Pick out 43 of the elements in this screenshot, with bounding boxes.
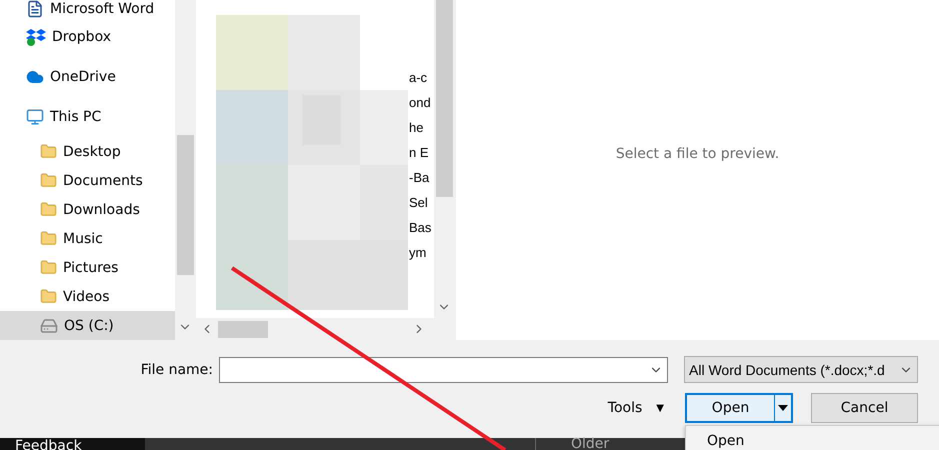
open-button[interactable]: Open	[685, 393, 793, 423]
tools-menu[interactable]: Tools ▼	[608, 400, 664, 416]
file-name[interactable]: a-c	[409, 70, 428, 95]
file-name[interactable]: he	[409, 120, 424, 145]
box-icon	[26, 28, 46, 46]
nav-item[interactable]: Dropbox	[0, 17, 175, 57]
file-name-field[interactable]	[219, 356, 668, 382]
nav-item[interactable]: Music	[0, 224, 175, 253]
file-name[interactable]: ond	[409, 95, 431, 120]
menu-item[interactable]: Open	[686, 426, 939, 449]
scrollbar[interactable]	[434, 0, 454, 318]
file-name[interactable]: Bas	[409, 220, 432, 245]
computer-icon	[26, 108, 44, 126]
nav-item[interactable]: OneDrive	[0, 57, 175, 97]
file-name[interactable]: ym	[409, 245, 426, 270]
nav-item[interactable]: Microsoft Word	[0, 0, 175, 17]
document-icon	[26, 0, 44, 18]
nav-item[interactable]: OS (C:)	[0, 311, 175, 340]
nav-item[interactable]: Videos	[0, 282, 175, 311]
caret-icon[interactable]	[778, 405, 788, 411]
file-name[interactable]: -Ba	[409, 170, 430, 195]
older-label: Older	[570, 438, 610, 450]
preview-message: Select a file to preview.	[616, 146, 780, 164]
cloud-icon	[26, 68, 44, 86]
file-name[interactable]: Sel	[409, 195, 428, 220]
feedback-label: Feedback	[0, 438, 145, 450]
folder-icon	[40, 143, 57, 160]
nav-item[interactable]: Downloads	[0, 195, 175, 224]
nav-item[interactable]: This PC	[0, 97, 175, 137]
folder-icon	[40, 288, 57, 305]
nav-item[interactable]: Documents	[0, 166, 175, 195]
cancel-button[interactable]: Cancel	[811, 393, 918, 423]
folder-icon	[40, 201, 57, 218]
nav-item[interactable]: Desktop	[0, 137, 175, 166]
folder-icon	[40, 172, 57, 189]
folder-icon	[40, 230, 57, 247]
folder-icon	[40, 259, 57, 276]
file-type-dropdown[interactable]: All Word Documents (*.docx;*.d	[684, 356, 918, 383]
drive-icon	[40, 316, 58, 334]
scrollbar[interactable]	[175, 0, 195, 340]
nav-item[interactable]: Pictures	[0, 253, 175, 282]
file-name[interactable]: n E	[409, 145, 429, 170]
file-name-label: File name:	[140, 362, 213, 378]
